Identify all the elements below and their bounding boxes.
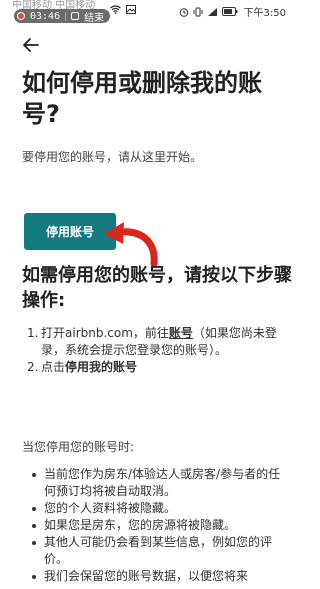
step-number: 2. xyxy=(27,360,39,374)
step-text-pre: 打开airbnb.com，前往 xyxy=(41,326,169,340)
image-icon xyxy=(126,5,136,14)
intro-text: 要停用您的账号，请从这里开始。 xyxy=(22,150,203,164)
list-item: 其他人可能仍会看到某些信息，例如您的评价。 xyxy=(32,534,290,568)
bullet-text: 其他人可能仍会看到某些信息，例如您的评价。 xyxy=(44,535,273,566)
vibrate-icon xyxy=(193,7,203,16)
clock: 下午3:50 xyxy=(243,8,286,19)
page-title: 如何停用或删除我的账号? xyxy=(22,69,262,128)
step-number: 1. xyxy=(27,326,39,340)
wifi-icon xyxy=(110,5,121,14)
bottom-fade xyxy=(0,583,300,589)
divider xyxy=(65,11,67,21)
status-icons-right: 下午3:50 xyxy=(179,4,286,19)
screen-recording-pill[interactable]: 03:46 结束 xyxy=(14,9,111,24)
step-text-pre: 点击 xyxy=(41,360,66,374)
bullet-text: 如果您是房东，您的房源将被隐藏。 xyxy=(44,518,237,532)
section-subtitle: 如需停用您的账号，请按以下步骤操作: xyxy=(22,265,292,311)
deactivate-my-account-text: 停用我的账号 xyxy=(65,360,138,374)
stop-icon[interactable] xyxy=(71,12,80,20)
list-item: 当前您作为房东/体验达人或房客/参与者的任何预订均将被自动取消。 xyxy=(32,466,290,500)
end-recording-label[interactable]: 结束 xyxy=(84,9,104,24)
list-item: 如果您是房东，您的房源将被隐藏。 xyxy=(32,517,290,534)
bullet-icon xyxy=(32,500,44,517)
consequences-list: 当前您作为房东/体验达人或房客/参与者的任何预订均将被自动取消。 您的个人资料将… xyxy=(32,466,290,585)
when-deactivate-heading: 当您停用您的账号时: xyxy=(22,440,135,454)
step-text: 点击停用我的账号 xyxy=(41,359,289,376)
bullet-text: 当前您作为房东/体验达人或房客/参与者的任何预订均将被自动取消。 xyxy=(44,467,281,498)
recording-time: 03:46 xyxy=(30,10,61,22)
list-item: 1. 打开airbnb.com，前往账号（如果您尚未登录，系统会提示您登录您的账… xyxy=(27,325,289,359)
battery-icon xyxy=(221,7,238,16)
steps-list: 1. 打开airbnb.com，前往账号（如果您尚未登录，系统会提示您登录您的账… xyxy=(27,325,289,376)
list-item: 2. 点击停用我的账号 xyxy=(27,359,289,376)
back-arrow-icon[interactable] xyxy=(20,34,42,56)
list-item: 您的个人资料将被隐藏。 xyxy=(32,500,290,517)
record-icon xyxy=(17,12,25,20)
bullet-icon xyxy=(32,466,44,500)
status-bar: 中国移动 中国移动 03:46 结束 下午3:50 xyxy=(0,0,300,24)
account-link[interactable]: 账号 xyxy=(169,326,193,340)
status-icons-left xyxy=(110,5,136,14)
step-text: 打开airbnb.com，前往账号（如果您尚未登录，系统会提示您登录您的账号）。 xyxy=(41,325,289,359)
bullet-icon xyxy=(32,517,44,534)
bullet-text: 您的个人资料将被隐藏。 xyxy=(44,501,177,515)
alarm-icon xyxy=(179,7,188,17)
bullet-icon xyxy=(32,534,44,568)
signal-icon xyxy=(207,7,217,16)
